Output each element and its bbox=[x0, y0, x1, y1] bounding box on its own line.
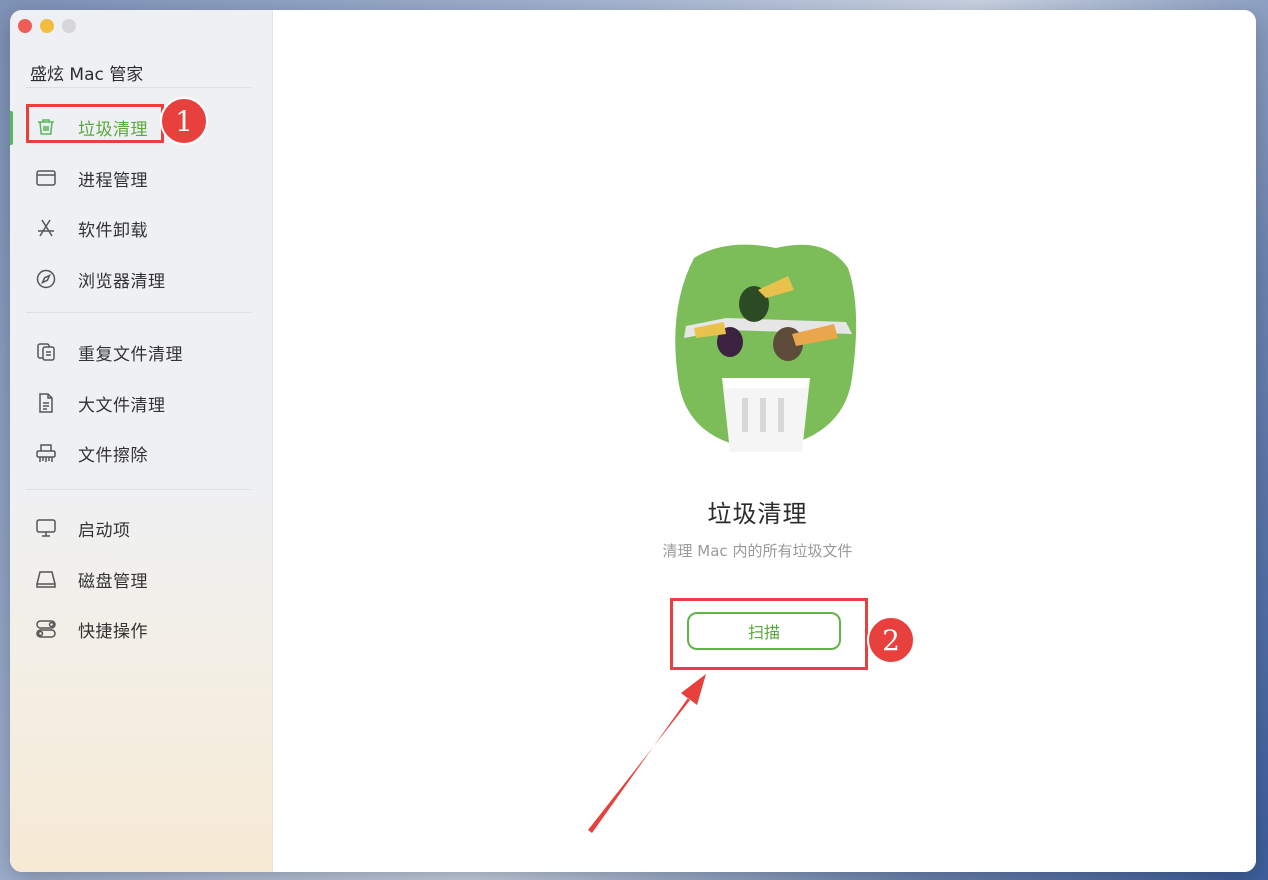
page-title: 垃圾清理 bbox=[707, 500, 808, 528]
sidebar-item-startup[interactable]: 启动项 bbox=[34, 511, 254, 545]
divider bbox=[26, 87, 251, 88]
sidebar-item-label: 软件卸载 bbox=[78, 220, 148, 241]
sidebar-item-quick-actions[interactable]: 快捷操作 bbox=[34, 612, 254, 646]
close-window-button[interactable] bbox=[18, 19, 32, 33]
annotation-badge-step2: 2 bbox=[867, 616, 915, 664]
divider bbox=[26, 312, 251, 313]
divider bbox=[26, 489, 251, 490]
sidebar-item-uninstall[interactable]: 软件卸载 bbox=[34, 211, 254, 245]
monitor-icon bbox=[34, 516, 58, 540]
main-content: 垃圾清理 清理 Mac 内的所有垃圾文件 扫描 bbox=[273, 10, 1256, 872]
sidebar-item-label: 重复文件清理 bbox=[78, 344, 183, 365]
toggles-icon bbox=[34, 617, 58, 641]
sidebar-item-label: 浏览器清理 bbox=[78, 271, 166, 292]
copy-icon bbox=[34, 340, 58, 364]
app-store-icon bbox=[34, 216, 58, 240]
sidebar-item-large-files[interactable]: 大文件清理 bbox=[34, 386, 254, 420]
sidebar-item-duplicate-files[interactable]: 重复文件清理 bbox=[34, 335, 254, 369]
sidebar-item-label: 快捷操作 bbox=[78, 621, 148, 642]
document-icon bbox=[34, 391, 58, 415]
page-subtitle: 清理 Mac 内的所有垃圾文件 bbox=[662, 542, 853, 560]
sidebar-item-disk-manager[interactable]: 磁盘管理 bbox=[34, 562, 254, 596]
minimize-window-button[interactable] bbox=[40, 19, 54, 33]
shredder-icon bbox=[34, 441, 58, 465]
window-icon bbox=[34, 166, 58, 190]
sidebar-item-label: 启动项 bbox=[78, 520, 131, 541]
sidebar-item-process-manager[interactable]: 进程管理 bbox=[34, 161, 254, 195]
active-indicator bbox=[10, 111, 13, 145]
sidebar-item-browser-clean[interactable]: 浏览器清理 bbox=[34, 262, 254, 296]
sidebar-item-label: 文件擦除 bbox=[78, 445, 148, 466]
annotation-box-step1 bbox=[26, 104, 164, 143]
sidebar-item-label: 大文件清理 bbox=[78, 395, 166, 416]
sidebar-item-label: 进程管理 bbox=[78, 170, 148, 191]
sidebar-item-file-shred[interactable]: 文件擦除 bbox=[34, 436, 254, 470]
annotation-box-step2 bbox=[670, 598, 868, 670]
compass-icon bbox=[34, 267, 58, 291]
window-controls bbox=[18, 19, 76, 33]
app-title: 盛炫 Mac 管家 bbox=[30, 65, 144, 85]
trash-illustration bbox=[666, 238, 866, 462]
disk-icon bbox=[34, 567, 58, 591]
sidebar-item-label: 磁盘管理 bbox=[78, 571, 148, 592]
zoom-window-button[interactable] bbox=[62, 19, 76, 33]
annotation-badge-step1: 1 bbox=[160, 97, 208, 145]
